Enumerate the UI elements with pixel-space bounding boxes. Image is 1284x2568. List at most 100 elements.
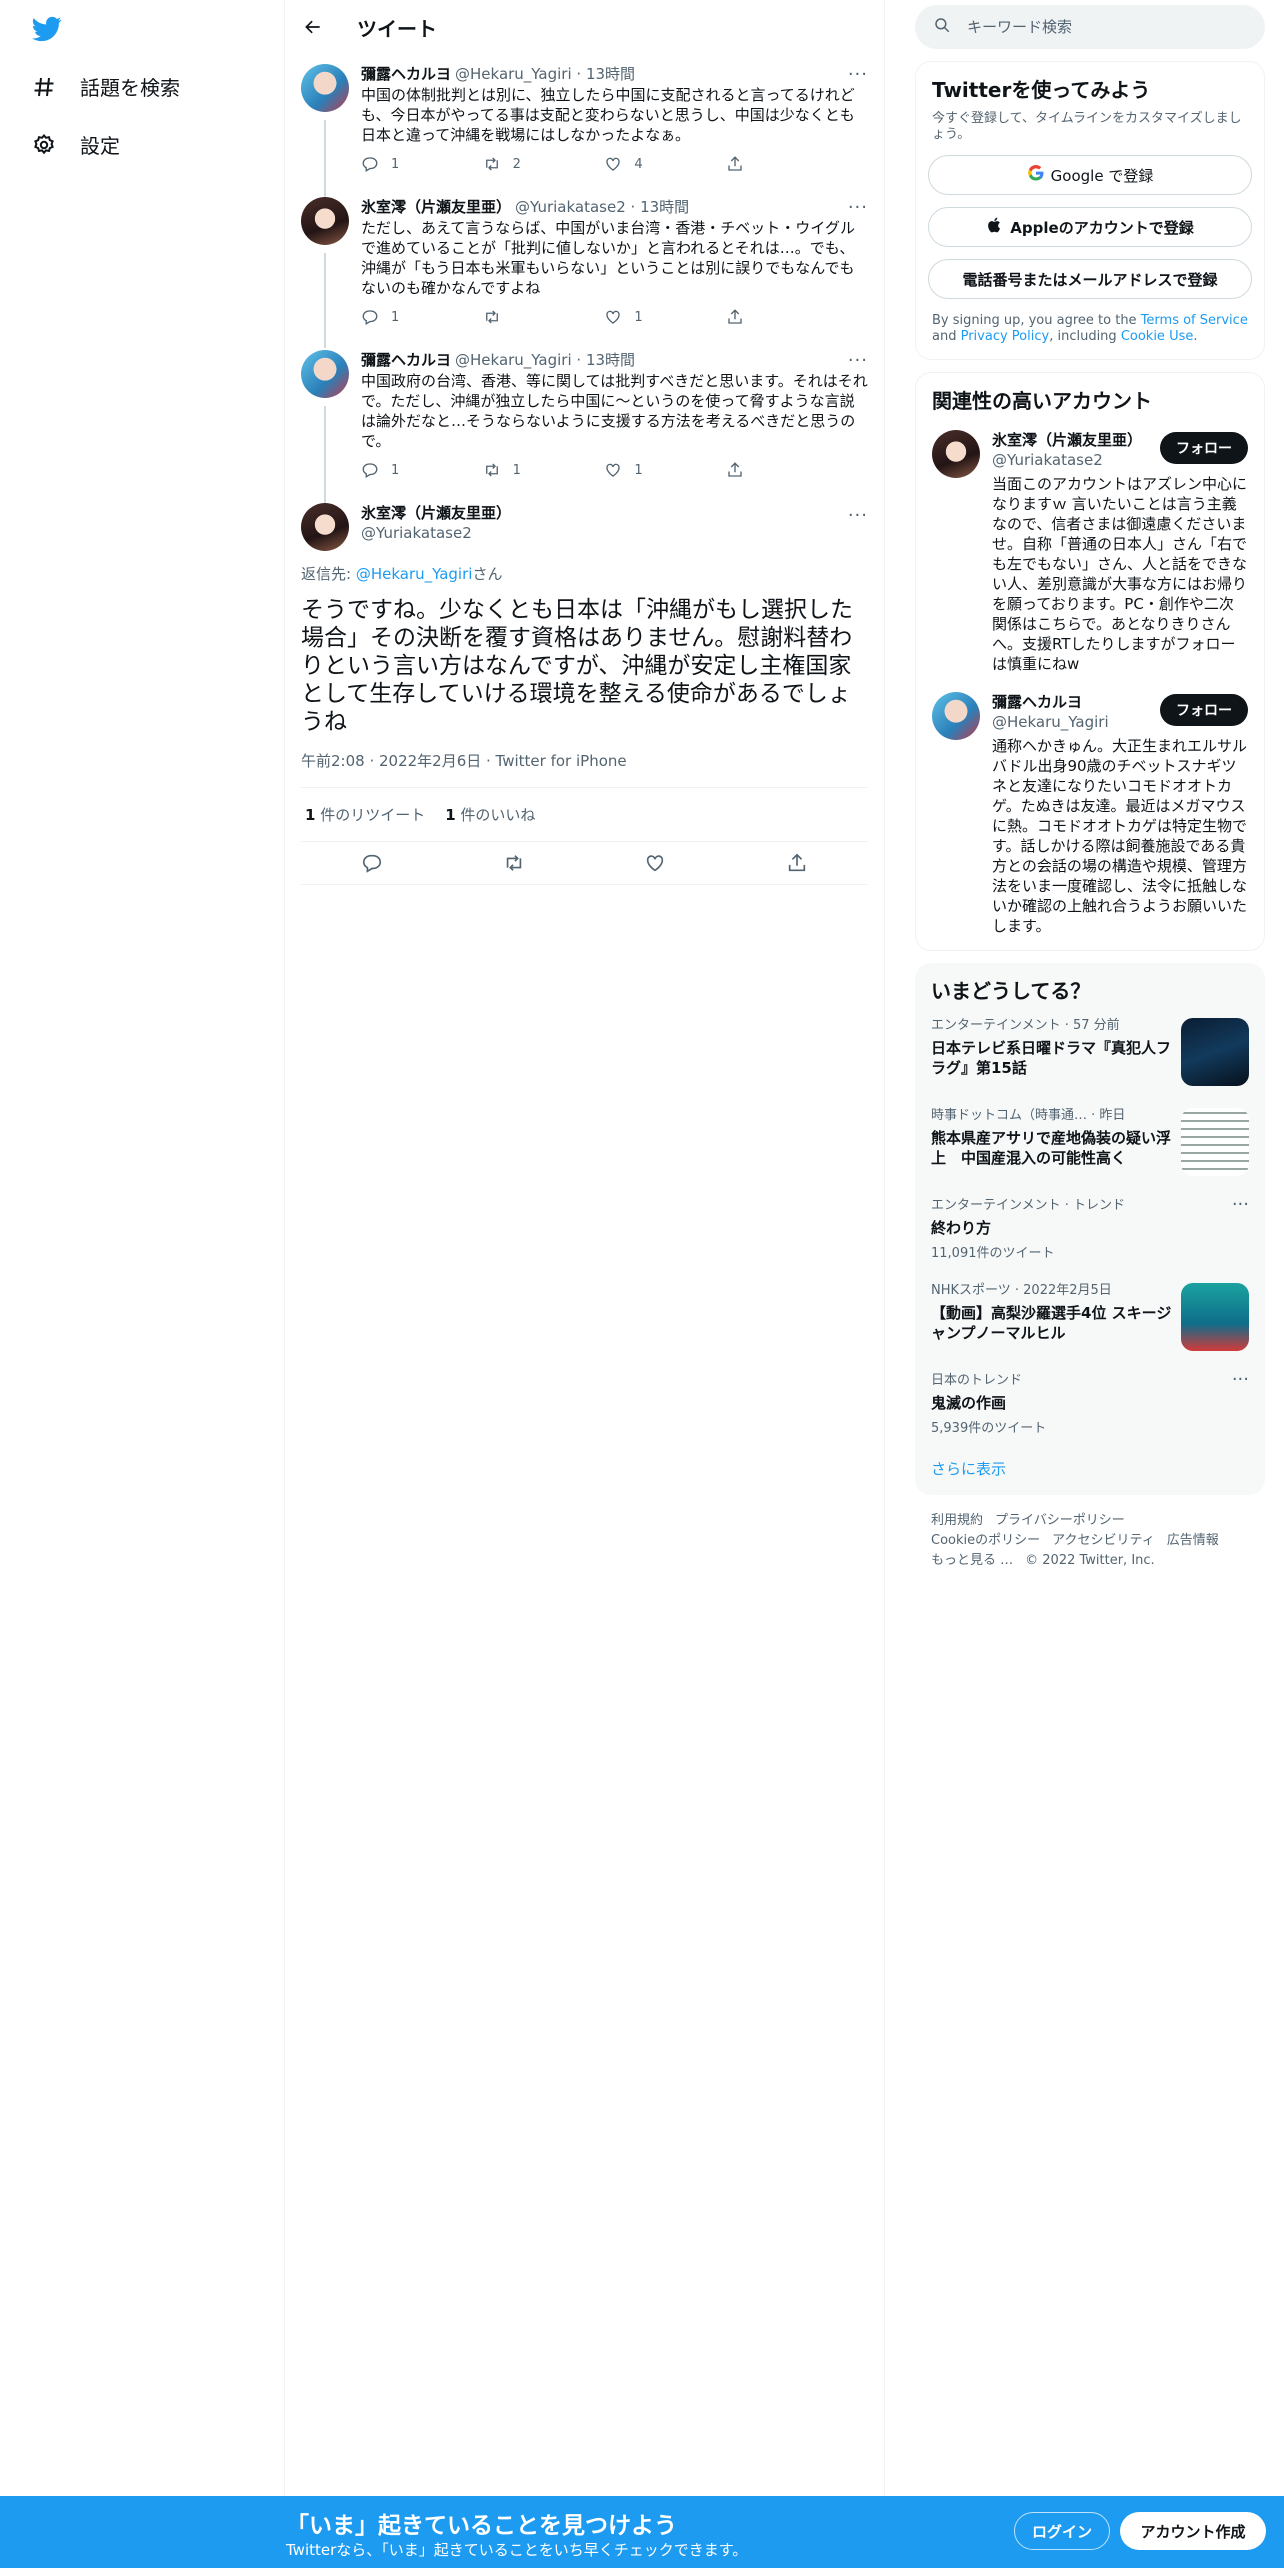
footer-link[interactable]: 広告情報 [1167, 1533, 1219, 1548]
tweet-time[interactable]: 13時間 [640, 197, 689, 217]
share-icon[interactable] [786, 852, 808, 874]
like-button[interactable]: 1 [604, 461, 664, 479]
avatar[interactable] [932, 692, 980, 740]
trend-thumbnail [1181, 1108, 1249, 1176]
author-name[interactable]: 氷室澪（片瀬友里亜） [361, 503, 511, 523]
tweet-actions [301, 842, 868, 885]
trend-item[interactable]: 時事ドットコム（時事通… · 昨日 熊本県産アサリで産地偽装の疑い浮上 中国産混… [931, 1108, 1249, 1176]
apple-signup-button[interactable]: Appleのアカウントで登録 [928, 207, 1252, 247]
footer-link[interactable]: 利用規約 [931, 1513, 983, 1528]
tweet-time[interactable]: 13時間 [586, 350, 635, 370]
like-button[interactable]: 4 [604, 155, 664, 173]
author-handle[interactable]: @Yuriakatase2 [515, 197, 626, 217]
author-name[interactable]: 彌露ヘカルヨ [361, 350, 451, 370]
tweet-text: 中国の体制批判とは別に、独立したら中国に支配されると言ってるけれども、今日本がや… [361, 86, 855, 144]
like-stat[interactable]: 1 件のいいね [445, 804, 535, 825]
right-sidebar: Twitterを使ってみよう 今すぐ登録して、タイムラインをカスタマイズしましょ… [915, 0, 1265, 1571]
footer-link[interactable]: プライバシーポリシー [995, 1513, 1125, 1528]
search-bar[interactable] [915, 5, 1265, 49]
heart-icon [606, 310, 620, 324]
tweet-timestamp[interactable]: 午前2:08 · 2022年2月6日 · Twitter for iPhone [301, 750, 868, 788]
terms-end: . [1193, 329, 1198, 344]
reply-prefix: 返信先: [301, 565, 356, 583]
reply-icon[interactable] [361, 852, 383, 874]
heart-icon[interactable] [644, 852, 666, 874]
follow-button[interactable]: フォロー [1160, 694, 1248, 726]
footer-link[interactable]: Cookieのポリシー [931, 1533, 1040, 1548]
signup-button[interactable]: アカウント作成 [1120, 2512, 1266, 2550]
author-name[interactable]: 彌露ヘカルヨ [361, 64, 451, 84]
retweet-stat[interactable]: 1 件のリツイート [305, 804, 425, 825]
more-options-icon[interactable]: ··· [848, 197, 868, 218]
tweet-text: ただし、あえて言うならば、中国がいま台湾・香港・チベット・ウイグルで進めているこ… [361, 219, 855, 297]
thread-line [324, 253, 326, 337]
phone-email-signup-label: 電話番号またはメールアドレスで登録 [962, 270, 1218, 289]
trend-item[interactable]: エンターテインメント · 57 分前 日本テレビ系日曜ドラマ『真犯人フラグ』第1… [931, 1018, 1249, 1086]
share-icon [728, 462, 742, 477]
author-name[interactable]: 氷室澪（片瀬友里亜） [361, 197, 511, 217]
more-options-icon[interactable]: ··· [848, 505, 868, 526]
account-item[interactable]: 氷室澪（片瀬友里亜） @Yuriakatase2 当面このアカウントはアズレン中… [932, 430, 1248, 674]
more-options-icon[interactable]: ··· [1232, 1194, 1249, 1215]
retweet-button[interactable]: 1 [483, 461, 543, 479]
tweet-time[interactable]: 13時間 [586, 64, 635, 84]
login-button[interactable]: ログイン [1014, 2512, 1110, 2550]
retweet-icon[interactable] [503, 852, 525, 874]
author-handle[interactable]: @Hekaru_Yagiri [455, 350, 572, 370]
more-options-icon[interactable]: ··· [848, 350, 868, 371]
trend-item[interactable]: NHKスポーツ · 2022年2月5日 【動画】高梨沙羅選手4位 スキージャンプ… [931, 1283, 1249, 1351]
trend-meta: エンターテインメント · 57 分前 [931, 1018, 1120, 1033]
terms-pre: By signing up, you agree to the [932, 313, 1141, 328]
trend-item[interactable]: エンターテインメント · トレンド 終わり方 11,091件のツイート ··· [931, 1194, 1249, 1261]
account-item[interactable]: 彌露ヘカルヨ @Hekaru_Yagiri 通称ヘかきゅん。大正生まれエルサルバ… [932, 692, 1248, 936]
more-options-icon[interactable]: ··· [848, 64, 868, 85]
share-button[interactable] [726, 155, 786, 173]
author-handle[interactable]: @Yuriakatase2 [361, 523, 511, 543]
thread-tweet[interactable]: 彌露ヘカルヨ @Hekaru_Yagiri · 13時間 中国の体制批判とは別に、… [285, 54, 884, 204]
avatar[interactable] [301, 64, 349, 112]
phone-email-signup-button[interactable]: 電話番号またはメールアドレスで登録 [928, 259, 1252, 299]
more-options-icon[interactable]: ··· [1232, 1369, 1249, 1390]
share-icon [728, 156, 742, 171]
reply-to: 返信先: @Hekaru_Yagiriさん [301, 563, 868, 584]
main-column: ツイート 彌露ヘカルヨ @Hekaru_Yagiri · 13時間 中国の体制批判… [285, 0, 885, 2496]
back-arrow-icon[interactable] [299, 13, 327, 41]
google-signup-button[interactable]: Google で登録 [928, 155, 1252, 195]
trend-thumbnail [1181, 1018, 1249, 1086]
left-nav: 話題を検索 設定 [0, 0, 285, 2496]
author-handle[interactable]: @Hekaru_Yagiri [455, 64, 572, 84]
retweet-button[interactable]: 2 [483, 155, 543, 173]
twitter-logo-icon[interactable] [30, 14, 64, 44]
reply-button[interactable]: 1 [361, 461, 421, 479]
show-more-link[interactable]: さらに表示 [931, 1458, 1249, 1479]
share-button[interactable] [726, 461, 786, 479]
avatar[interactable] [301, 503, 349, 551]
trend-title: 日本テレビ系日曜ドラマ『真犯人フラグ』第15話 [931, 1039, 1172, 1077]
share-button[interactable] [726, 308, 786, 326]
privacy-link[interactable]: Privacy Policy [961, 329, 1050, 344]
reply-button[interactable]: 1 [361, 308, 421, 326]
search-input[interactable] [967, 18, 1227, 36]
follow-button[interactable]: フォロー [1160, 432, 1248, 464]
nav-explore[interactable]: 話題を検索 [30, 72, 180, 101]
retweet-button[interactable] [483, 308, 543, 326]
thread-tweet[interactable]: 彌露ヘカルヨ @Hekaru_Yagiri · 13時間 中国政府の台湾、香港、等… [285, 330, 884, 506]
reply-button[interactable]: 1 [361, 155, 421, 173]
trends-card: いまどうしてる？ エンターテインメント · 57 分前 日本テレビ系日曜ドラマ『… [915, 963, 1265, 1495]
footer-link[interactable]: アクセシビリティ [1052, 1533, 1155, 1548]
signup-subtitle: 今すぐ登録して、タイムラインをカスタマイズしましょう。 [932, 111, 1242, 142]
avatar[interactable] [932, 430, 980, 478]
retweet-stat-label: 件のリツイート [315, 806, 426, 824]
trend-item[interactable]: 日本のトレンド 鬼滅の作画 5,939件のツイート ··· [931, 1369, 1249, 1436]
reply-to-link[interactable]: @Hekaru_Yagiri [356, 565, 473, 583]
like-button[interactable]: 1 [604, 308, 664, 326]
nav-settings[interactable]: 設定 [30, 130, 120, 159]
terms-link[interactable]: Terms of Service [1141, 313, 1248, 328]
thread-tweet[interactable]: 氷室澪（片瀬友里亜） @Yuriakatase2 · 13時間 ただし、あえて言う… [285, 177, 884, 340]
avatar[interactable] [301, 197, 349, 245]
avatar[interactable] [301, 350, 349, 398]
cookie-link[interactable]: Cookie Use [1121, 329, 1194, 344]
like-count: 4 [634, 156, 643, 172]
signup-title: Twitterを使ってみよう [932, 78, 1151, 102]
footer-link[interactable]: もっと見る … [931, 1553, 1013, 1568]
